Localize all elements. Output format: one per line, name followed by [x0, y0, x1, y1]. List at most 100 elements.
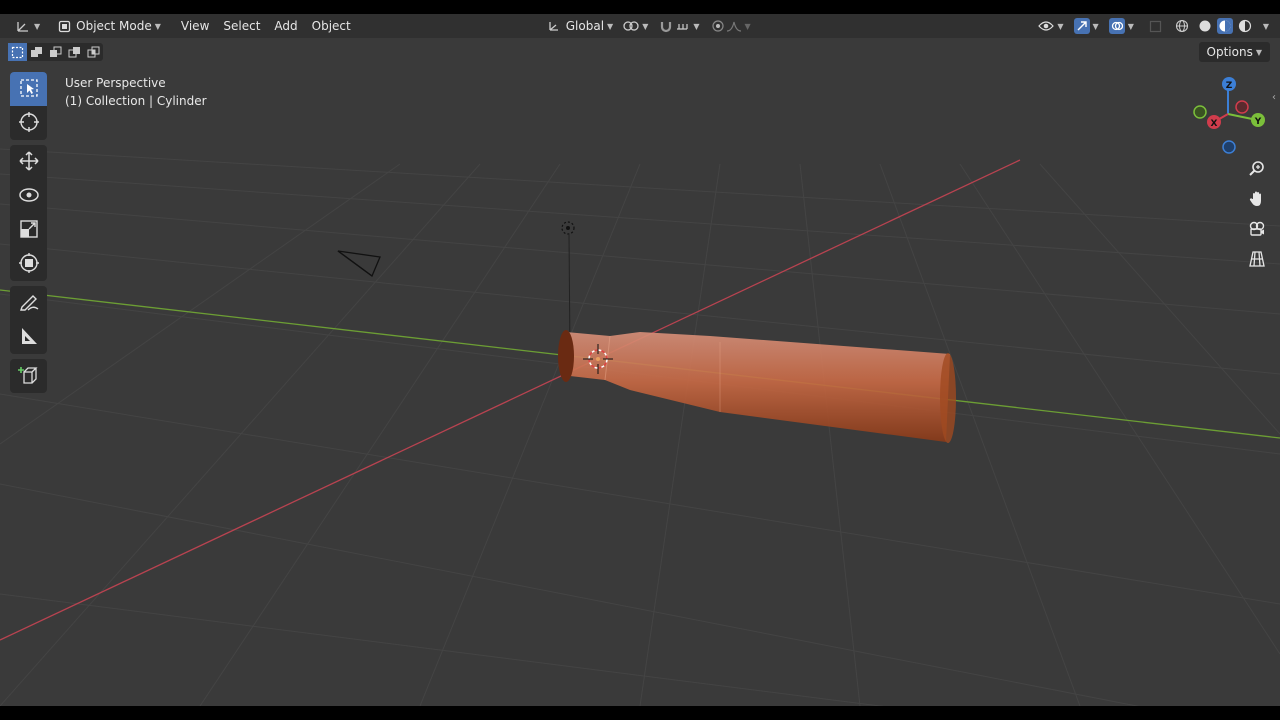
menu-add[interactable]: Add	[267, 16, 304, 36]
zoom-button[interactable]	[1244, 157, 1270, 183]
mode-label: Object Mode	[76, 19, 152, 33]
orientation-icon	[546, 18, 562, 34]
viewport-scene: Z Y X ‹	[0, 77, 1280, 706]
chevron-down-icon: ▼	[154, 21, 161, 31]
falloff-curve-icon	[726, 18, 742, 34]
magnet-icon	[658, 18, 674, 34]
ortho-toggle-button[interactable]	[1244, 247, 1270, 273]
options-label: Options	[1206, 45, 1253, 59]
overlays-toggle[interactable]: ▼	[1104, 16, 1139, 36]
transform-icon	[18, 252, 40, 277]
select-tool-group	[10, 72, 47, 140]
menu-view[interactable]: View	[174, 16, 216, 36]
viewport-info: User Perspective (1) Collection | Cylind…	[65, 74, 207, 110]
chevron-down-icon: ▼	[1127, 21, 1134, 31]
sidebar-toggle-icon[interactable]: ‹	[1272, 92, 1276, 103]
chevron-down-icon: ▼	[1262, 21, 1269, 31]
cylinder-bottle-object[interactable]	[558, 330, 956, 443]
eye-icon	[1038, 18, 1055, 34]
gizmo-z-label: Z	[1226, 81, 1233, 91]
move-tool[interactable]	[10, 145, 47, 179]
select-new-icon[interactable]	[8, 43, 27, 61]
gizmo-x-label: X	[1211, 119, 1218, 129]
transform-tool[interactable]	[10, 247, 47, 281]
selection-mode-group	[8, 43, 103, 61]
pan-button[interactable]	[1244, 187, 1270, 213]
navigation-gizmo[interactable]: Z Y X	[1193, 77, 1265, 154]
chevron-down-icon: ▼	[1092, 21, 1099, 31]
pan-hand-icon	[1248, 190, 1266, 211]
solid-icon	[1197, 18, 1213, 34]
tool-settings-bar: Options ▼	[0, 40, 1280, 64]
select-box-icon	[19, 78, 39, 101]
pivot-point-button[interactable]: ▼	[618, 16, 653, 36]
add-tool-group	[10, 359, 47, 393]
wireframe-icon	[1174, 18, 1190, 34]
object-mode-icon	[56, 18, 72, 34]
select-box-tool[interactable]	[10, 72, 47, 106]
rotate-tool[interactable]	[10, 179, 47, 213]
proportional-edit-icon	[710, 18, 726, 34]
camera-icon	[1248, 220, 1266, 241]
chevron-down-icon: ▼	[744, 21, 751, 31]
axes-icon	[15, 18, 31, 34]
left-toolbar	[10, 72, 47, 398]
camera-view-button[interactable]	[1244, 217, 1270, 243]
annotate-icon	[18, 291, 40, 316]
cursor-icon	[18, 111, 40, 136]
select-subtract-icon[interactable]	[46, 43, 65, 61]
scale-tool[interactable]	[10, 213, 47, 247]
transform-pivot-icon	[623, 18, 639, 34]
add-cube-tool[interactable]	[10, 359, 47, 393]
annotate-tool-group	[10, 286, 47, 354]
overlays-icon	[1108, 18, 1125, 34]
menu-object[interactable]: Object	[305, 16, 358, 36]
material-icon	[1216, 18, 1233, 34]
rotate-icon	[18, 184, 40, 209]
measure-tool[interactable]	[10, 320, 47, 354]
mode-selector[interactable]: Object Mode ▼	[51, 16, 166, 36]
select-intersect-icon[interactable]	[84, 43, 103, 61]
shading-wireframe-button[interactable]	[1169, 16, 1195, 36]
move-icon	[18, 150, 40, 175]
snap-toggle[interactable]: ▼	[653, 16, 704, 36]
chevron-down-icon: ▼	[693, 21, 700, 31]
shading-rendered-button[interactable]	[1235, 16, 1255, 36]
floor-grid	[0, 148, 1280, 706]
shading-options-dropdown[interactable]: ▼	[1255, 16, 1274, 36]
transform-tool-group	[10, 145, 47, 281]
blender-window: Z Y X ‹ ▼ Object Mode ▼ View Select Add …	[0, 14, 1280, 706]
chevron-down-icon: ▼	[1255, 47, 1262, 57]
gizmo-toggle[interactable]: ▼	[1069, 16, 1104, 36]
select-invert-icon[interactable]	[65, 43, 84, 61]
xray-toggle[interactable]	[1143, 16, 1169, 36]
cursor-tool[interactable]	[10, 106, 47, 140]
select-extend-icon[interactable]	[27, 43, 46, 61]
menu-select[interactable]: Select	[216, 16, 267, 36]
shading-solid-button[interactable]	[1195, 16, 1215, 36]
chevron-down-icon: ▼	[1057, 21, 1064, 31]
transform-orientation-selector[interactable]: Global ▼	[541, 16, 618, 36]
collection-label: (1) Collection | Cylinder	[65, 94, 207, 108]
proportional-edit-toggle[interactable]: ▼	[705, 16, 756, 36]
shading-material-button[interactable]	[1215, 16, 1235, 36]
chevron-down-icon: ▼	[607, 21, 614, 31]
view-name: User Perspective	[65, 76, 166, 90]
rendered-icon	[1237, 18, 1253, 34]
editor-type-button[interactable]: ▼	[10, 16, 45, 36]
orientation-label: Global	[565, 19, 605, 33]
zoom-icon	[1248, 160, 1266, 181]
add-cube-icon	[17, 364, 40, 389]
measure-icon	[19, 326, 39, 349]
camera-object[interactable]	[337, 250, 381, 278]
ortho-grid-icon	[1248, 250, 1266, 271]
chevron-down-icon: ▼	[642, 21, 649, 31]
xray-icon	[1148, 18, 1164, 34]
viewport-header: ▼ Object Mode ▼ View Select Add Object G…	[0, 14, 1280, 38]
visibility-dropdown[interactable]: ▼	[1033, 16, 1068, 36]
chevron-down-icon: ▼	[34, 21, 41, 31]
snap-target-icon	[674, 18, 690, 34]
3d-viewport[interactable]: Z Y X ‹	[0, 14, 1280, 706]
options-dropdown[interactable]: Options ▼	[1198, 42, 1270, 62]
annotate-tool[interactable]	[10, 286, 47, 320]
